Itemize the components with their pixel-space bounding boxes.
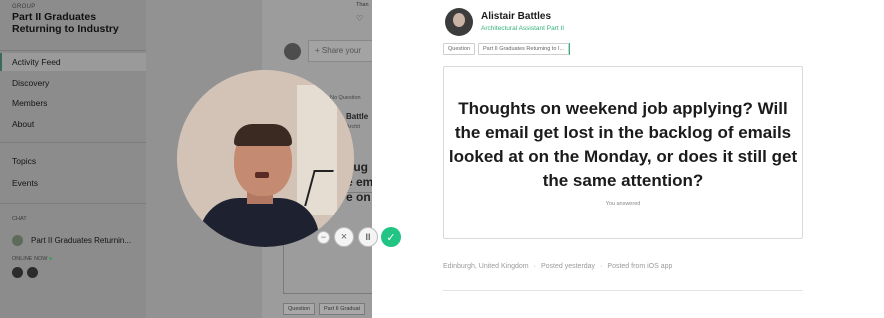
person-hair: [234, 124, 292, 146]
chat-item-label: Part II Graduates Returnin...: [31, 235, 132, 245]
tag[interactable]: Question: [443, 43, 476, 55]
question-card: Thoughts on weekend job applying? Will t…: [443, 66, 803, 239]
person-body: [199, 198, 319, 247]
author-title: Architectural Assistant Part II: [481, 25, 565, 32]
check-icon: ✓: [386, 231, 396, 244]
finish-recording-button[interactable]: ✓: [381, 227, 401, 247]
heart-icon[interactable]: ♡: [356, 14, 363, 23]
pause-recording-button[interactable]: II: [358, 227, 378, 247]
pause-icon: II: [365, 232, 371, 242]
avatar: [284, 43, 301, 60]
avatar[interactable]: [12, 267, 23, 278]
group-label: GROUP: [12, 4, 36, 10]
online-avatars: [12, 267, 38, 278]
sidebar-item-activity-feed[interactable]: Activity Feed: [0, 53, 146, 71]
post-source: Posted from iOS app: [607, 263, 673, 270]
online-indicator-icon: [49, 257, 53, 261]
divider: [443, 290, 803, 291]
feed-top-text: Than: [356, 2, 369, 8]
sidebar-divider: [0, 203, 146, 204]
tag[interactable]: Part II Graduat: [319, 303, 366, 315]
sidebar-item-discovery[interactable]: Discovery: [0, 74, 146, 92]
person-mouth: [255, 172, 269, 178]
minus-icon: −: [320, 232, 327, 242]
answered-status: You answered: [605, 201, 641, 207]
question-text: Thoughts on weekend job applying? Will t…: [448, 99, 798, 190]
group-title[interactable]: Part II Graduates Returning to Industry: [12, 11, 142, 35]
sidebar-item-about[interactable]: About: [0, 115, 146, 133]
sidebar-divider: [0, 50, 146, 51]
tag[interactable]: Question: [283, 303, 316, 315]
sidebar-item-members[interactable]: Members: [0, 94, 146, 112]
avatar[interactable]: [27, 267, 38, 278]
feed-post-tags: Question Part II Graduat: [283, 303, 366, 315]
post-meta: Edinburgh, United Kingdom · Posted yesterd…: [443, 263, 673, 270]
sidebar-divider: [0, 142, 146, 143]
post-tags: Question Part II Graduates Returning to …: [443, 43, 571, 55]
chat-avatar: [12, 234, 23, 246]
sidebar-item-topics[interactable]: Topics: [0, 152, 146, 170]
video-recording-bubble[interactable]: [177, 70, 354, 247]
close-icon: ×: [340, 231, 348, 243]
minimize-button[interactable]: −: [317, 231, 330, 244]
chat-item[interactable]: Part II Graduates Returnin...: [12, 233, 144, 247]
sidebar-item-events[interactable]: Events: [0, 174, 146, 192]
post-location: Edinburgh, United Kingdom: [443, 263, 529, 270]
online-now-label: ONLINE NOW: [12, 256, 53, 262]
author-name[interactable]: Alistair Battles: [481, 11, 551, 22]
avatar[interactable]: [445, 8, 473, 36]
chat-label: CHAT: [12, 216, 27, 222]
group-sidebar: GROUP Part II Graduates Returning to Ind…: [0, 0, 146, 318]
cancel-recording-button[interactable]: ×: [334, 227, 354, 247]
post-time: Posted yesterday: [540, 263, 596, 270]
text-cursor: [569, 43, 571, 55]
share-input[interactable]: + Share your: [308, 40, 372, 62]
tag[interactable]: Part II Graduates Returning to I...: [478, 43, 570, 55]
